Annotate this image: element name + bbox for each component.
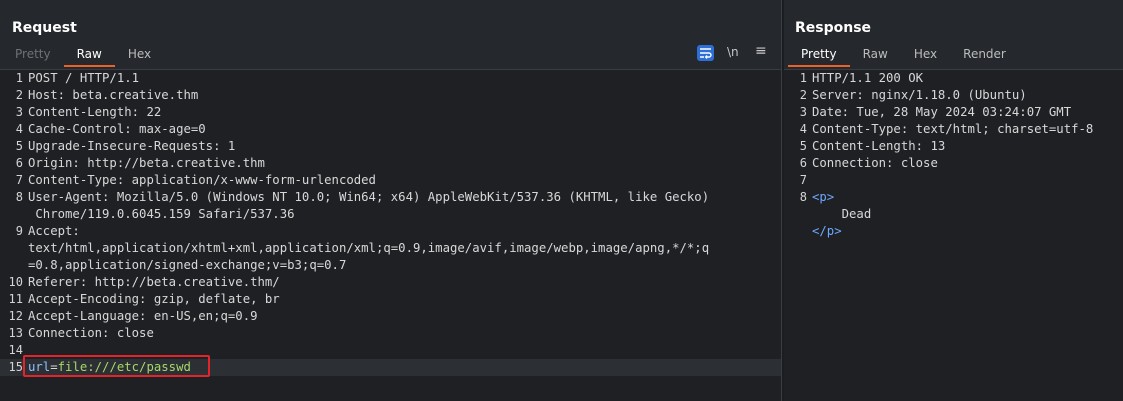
request-tabs: Pretty Raw Hex: [2, 45, 164, 67]
code-line: 7: [784, 172, 1123, 189]
tab-render[interactable]: Render: [950, 45, 1019, 67]
line-text: POST / HTTP/1.1: [28, 71, 140, 85]
code-line: 6 Connection: close: [784, 155, 1123, 172]
line-text: Accept-Encoding: gzip, deflate, br: [28, 292, 280, 306]
line-text: Upgrade-Insecure-Requests: 1: [28, 139, 236, 153]
line-number: 5: [799, 139, 807, 153]
wrap-lines-icon[interactable]: [697, 45, 714, 61]
line-text: <p>: [812, 190, 835, 204]
code-line: 3 Date: Tue, 28 May 2024 03:24:07 GMT: [784, 104, 1123, 121]
line-text: Content-Length: 22: [28, 105, 162, 119]
line-text: Content-Type: application/x-www-form-url…: [28, 173, 376, 187]
line-number: 5: [15, 139, 23, 153]
line-number: 3: [15, 105, 23, 119]
line-text: Host: beta.creative.thm: [28, 88, 199, 102]
code-line: Dead: [784, 206, 1123, 223]
line-number: 7: [799, 173, 807, 187]
code-line: Chrome/119.0.6045.159 Safari/537.36: [0, 206, 781, 223]
line-text: =0.8,application/signed-exchange;v=b3;q=…: [28, 258, 347, 272]
line-number: 8: [799, 190, 807, 204]
code-line: 10 Referer: http://beta.creative.thm/: [0, 274, 781, 291]
code-line: 2 Host: beta.creative.thm: [0, 87, 781, 104]
response-title: Response: [795, 20, 872, 36]
code-line: =0.8,application/signed-exchange;v=b3;q=…: [0, 257, 781, 274]
line-text: Content-Length: 13: [812, 139, 946, 153]
tab-raw[interactable]: Raw: [63, 45, 115, 67]
code-line: 5 Upgrade-Insecure-Requests: 1: [0, 138, 781, 155]
line-text: Connection: close: [812, 156, 938, 170]
line-number: 12: [8, 309, 23, 323]
line-text: Date: Tue, 28 May 2024 03:24:07 GMT: [812, 105, 1072, 119]
code-line: 5 Content-Length: 13: [784, 138, 1123, 155]
tab-hex[interactable]: Hex: [901, 45, 950, 67]
code-line: 1 HTTP/1.1 200 OK: [784, 70, 1123, 87]
code-line: 6 Origin: http://beta.creative.thm: [0, 155, 781, 172]
response-panel: Response Pretty Raw Hex Render 1 HTTP/1.1…: [784, 0, 1123, 401]
code-line: 13 Connection: close: [0, 325, 781, 342]
line-text: text/html,application/xhtml+xml,applicat…: [28, 241, 710, 255]
line-number: 6: [799, 156, 807, 170]
line-number: 1: [15, 71, 23, 85]
response-editor[interactable]: 1 HTTP/1.1 200 OK 2 Server: nginx/1.18.0 (U…: [784, 69, 1123, 401]
line-number: 1: [799, 71, 807, 85]
line-number: 11: [8, 292, 23, 306]
line-text: Accept:: [28, 224, 80, 238]
line-number: 7: [15, 173, 23, 187]
line-text: Referer: http://beta.creative.thm/: [28, 275, 280, 289]
line-text: Server: nginx/1.18.0 (Ubuntu): [812, 88, 1027, 102]
line-text: </p>: [812, 224, 842, 238]
line-text: Chrome/119.0.6045.159 Safari/537.36: [28, 207, 295, 221]
line-number: 10: [8, 275, 23, 289]
show-newlines-toggle[interactable]: \n: [727, 45, 739, 59]
code-line: 8 <p>: [784, 189, 1123, 206]
line-text: Accept-Language: en-US,en;q=0.9: [28, 309, 258, 323]
line-number: 6: [15, 156, 23, 170]
line-text: Cache-Control: max-age=0: [28, 122, 206, 136]
line-number: 14: [8, 343, 23, 357]
code-line: </p>: [784, 223, 1123, 240]
tab-raw[interactable]: Raw: [850, 45, 901, 67]
code-line: 8 User-Agent: Mozilla/5.0 (Windows NT 10.…: [0, 189, 781, 206]
line-number: 2: [15, 88, 23, 102]
code-line: 3 Content-Length: 22: [0, 104, 781, 121]
code-line: 4 Content-Type: text/html; charset=utf-8: [784, 121, 1123, 138]
request-title: Request: [12, 20, 77, 36]
line-text: Connection: close: [28, 326, 154, 340]
line-number: 13: [8, 326, 23, 340]
line-number: 3: [799, 105, 807, 119]
code-line: 2 Server: nginx/1.18.0 (Ubuntu): [784, 87, 1123, 104]
menu-icon[interactable]: ≡: [755, 43, 767, 59]
line-number: 15: [8, 360, 23, 374]
code-line: text/html,application/xhtml+xml,applicat…: [0, 240, 781, 257]
line-text: User-Agent: Mozilla/5.0 (Windows NT 10.0…: [28, 190, 710, 204]
code-line: 4 Cache-Control: max-age=0: [0, 121, 781, 138]
code-line: 9 Accept:: [0, 223, 781, 240]
line-text: Content-Type: text/html; charset=utf-8: [812, 122, 1094, 136]
code-line: 11 Accept-Encoding: gzip, deflate, br: [0, 291, 781, 308]
line-number: 4: [799, 122, 807, 136]
request-editor[interactable]: 1 POST / HTTP/1.1 2 Host: beta.creative.thm…: [0, 69, 781, 401]
line-number: 9: [15, 224, 23, 238]
line-number: 8: [15, 190, 23, 204]
code-line: 1 POST / HTTP/1.1: [0, 70, 781, 87]
tab-pretty[interactable]: Pretty: [2, 45, 64, 67]
line-number: 4: [15, 122, 23, 136]
line-number: 2: [799, 88, 807, 102]
tab-pretty[interactable]: Pretty: [788, 45, 850, 67]
tab-hex[interactable]: Hex: [115, 45, 164, 67]
line-text: HTTP/1.1 200 OK: [812, 71, 924, 85]
request-panel: Request Pretty Raw Hex \n ≡ 1 POST / HTTP…: [0, 0, 781, 401]
line-text: Dead: [812, 207, 872, 221]
response-tabs: Pretty Raw Hex Render: [788, 45, 1019, 67]
code-line: 7 Content-Type: application/x-www-form-ur…: [0, 172, 781, 189]
code-line: 12 Accept-Language: en-US,en;q=0.9: [0, 308, 781, 325]
line-text: Origin: http://beta.creative.thm: [28, 156, 265, 170]
highlight-box: [23, 355, 210, 377]
